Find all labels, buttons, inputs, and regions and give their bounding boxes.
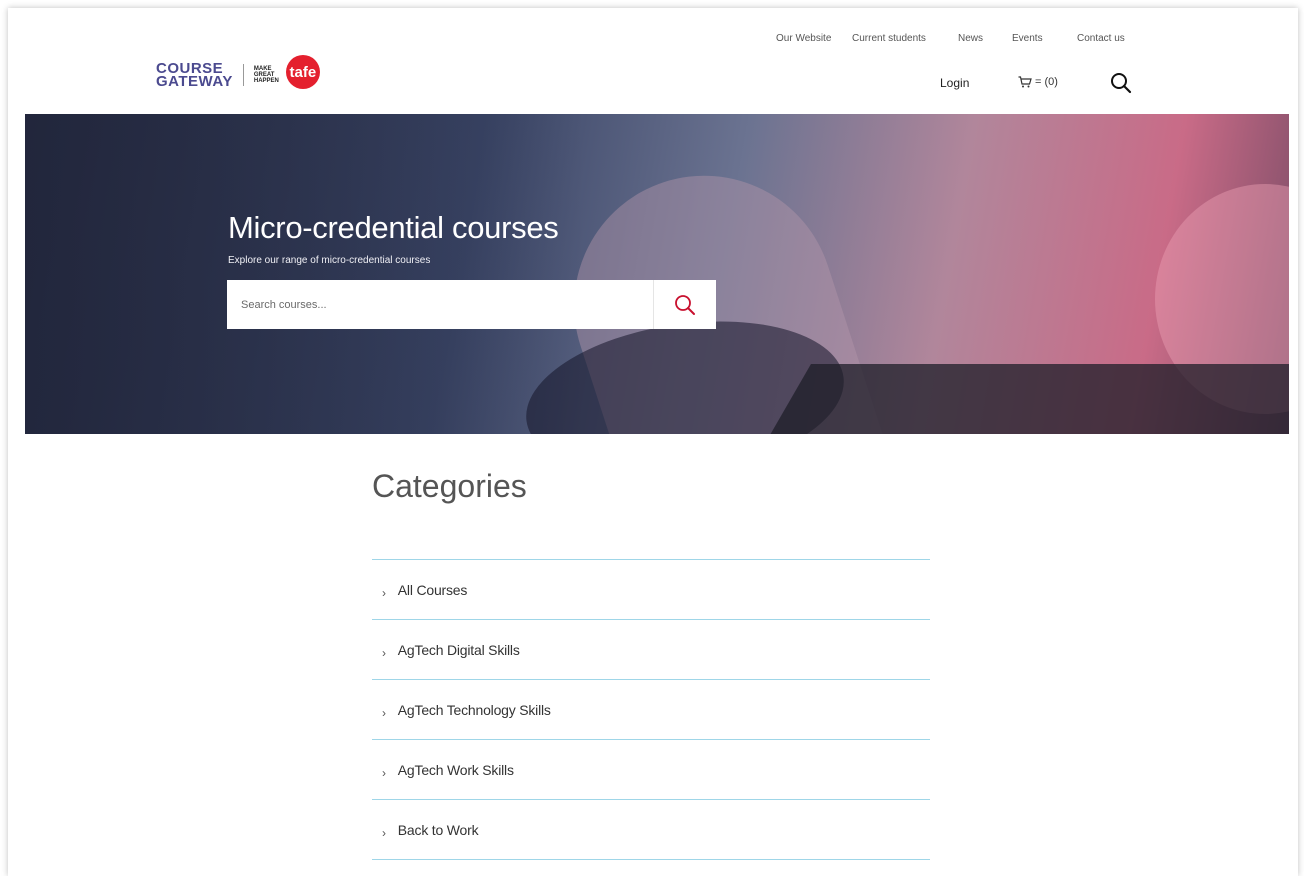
cart-count: = (0) (1035, 76, 1058, 88)
chevron-right-icon: › (382, 645, 386, 660)
make-great-happen-logo: MAKE GREAT HAPPEN (254, 66, 282, 84)
mgh-line3: HAPPEN (253, 78, 279, 84)
tafe-logo: tafe (285, 55, 320, 89)
chevron-right-icon: › (382, 705, 386, 720)
category-agtech-technology-skills[interactable]: › AgTech Technology Skills (372, 680, 930, 739)
category-label: AgTech Work Skills (397, 761, 514, 778)
topnav-news[interactable]: News (958, 33, 983, 44)
hero-title: Micro-credential courses (228, 210, 559, 245)
top-navigation: Our Website Current students News Events… (8, 33, 1298, 47)
category-all-courses[interactable]: › All Courses (372, 560, 930, 619)
course-search-input[interactable] (227, 280, 653, 329)
hero-subtitle: Explore our range of micro-credential co… (228, 255, 431, 266)
category-agtech-work-skills[interactable]: › AgTech Work Skills (372, 740, 930, 799)
chevron-right-icon: › (382, 765, 386, 780)
cart-icon (1018, 76, 1032, 88)
search-icon (1111, 73, 1132, 94)
chevron-right-icon: › (382, 585, 386, 600)
category-label: AgTech Technology Skills (397, 701, 551, 718)
site-logo[interactable]: COURSE GATEWAY MAKE GREAT HAPPEN tafe (156, 50, 320, 100)
categories-heading: Categories (372, 468, 527, 504)
course-search-bar (227, 280, 716, 329)
cart-button[interactable]: = (0) (1018, 76, 1058, 88)
topnav-contact-us[interactable]: Contact us (1077, 33, 1125, 44)
hero-image-laptop (759, 364, 1289, 434)
hero-banner: Micro-credential courses Explore our ran… (25, 114, 1289, 434)
course-search-button[interactable] (653, 280, 716, 329)
topnav-current-students[interactable]: Current students (852, 33, 926, 44)
hero-image-shade (25, 114, 585, 434)
logo-text-line2: GATEWAY (156, 73, 233, 90)
course-gateway-logo: COURSE GATEWAY (156, 61, 233, 90)
category-label: All Courses (397, 581, 468, 598)
category-back-to-work[interactable]: › Back to Work (372, 800, 930, 859)
divider (372, 859, 930, 860)
topnav-our-website[interactable]: Our Website (776, 33, 831, 44)
logo-divider (242, 64, 244, 86)
categories-list: › All Courses › AgTech Digital Skills › … (372, 559, 930, 860)
header-search-button[interactable] (1110, 72, 1132, 94)
category-label: AgTech Digital Skills (397, 641, 520, 658)
category-agtech-digital-skills[interactable]: › AgTech Digital Skills (372, 620, 930, 679)
category-label: Back to Work (397, 821, 479, 838)
search-icon (675, 294, 695, 315)
chevron-right-icon: › (382, 825, 386, 840)
page-frame: COURSE GATEWAY MAKE GREAT HAPPEN tafe Ou… (8, 8, 1298, 876)
topnav-events[interactable]: Events (1012, 33, 1043, 44)
login-link[interactable]: Login (940, 76, 969, 90)
